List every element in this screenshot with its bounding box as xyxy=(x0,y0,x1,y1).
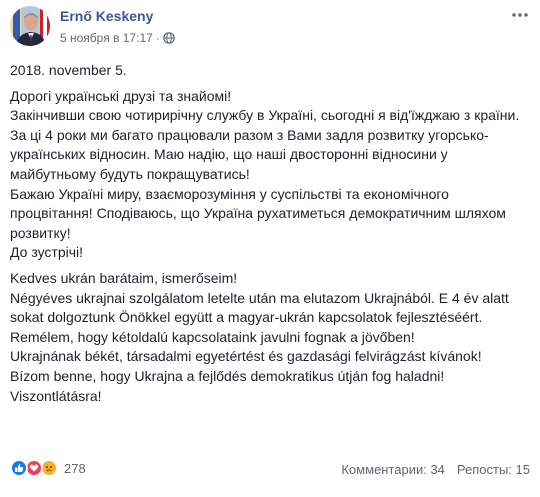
post-header: Ernő Keskeny 5 ноября в 17:17 · xyxy=(10,6,530,52)
post-timestamp[interactable]: 5 ноября в 17:17 xyxy=(60,31,153,45)
post-body: 2018. november 5. Дорогі українські друз… xyxy=(10,61,530,412)
meta-separator: · xyxy=(155,31,160,45)
avatar[interactable] xyxy=(10,6,50,46)
reactions-summary[interactable]: 278 xyxy=(10,459,86,477)
comments-count-link[interactable]: Комментарии: 34 xyxy=(341,462,445,477)
shares-count-link[interactable]: Репосты: 15 xyxy=(457,462,530,477)
like-icon xyxy=(10,459,28,477)
post-date-line: 2018. november 5. xyxy=(10,62,127,78)
post-footer: 278 Комментарии: 34 Репосты: 15 xyxy=(10,456,530,480)
post-text-hungarian: Kedves ukrán barátaim, ismerőseim! Négyé… xyxy=(10,269,509,404)
globe-icon[interactable] xyxy=(162,32,175,44)
more-options-icon[interactable] xyxy=(510,8,530,22)
reaction-count[interactable]: 278 xyxy=(64,461,86,476)
post-text-ukrainian: Дорогі українські друзі та знайомі! Закі… xyxy=(10,87,520,261)
author-name[interactable]: Ernő Keskeny xyxy=(60,8,153,24)
post-meta: 5 ноября в 17:17 · xyxy=(60,31,175,45)
facebook-post: Ernő Keskeny 5 ноября в 17:17 · 2018. no… xyxy=(0,0,540,497)
post-stats: Комментарии: 34 Репосты: 15 xyxy=(341,462,530,477)
